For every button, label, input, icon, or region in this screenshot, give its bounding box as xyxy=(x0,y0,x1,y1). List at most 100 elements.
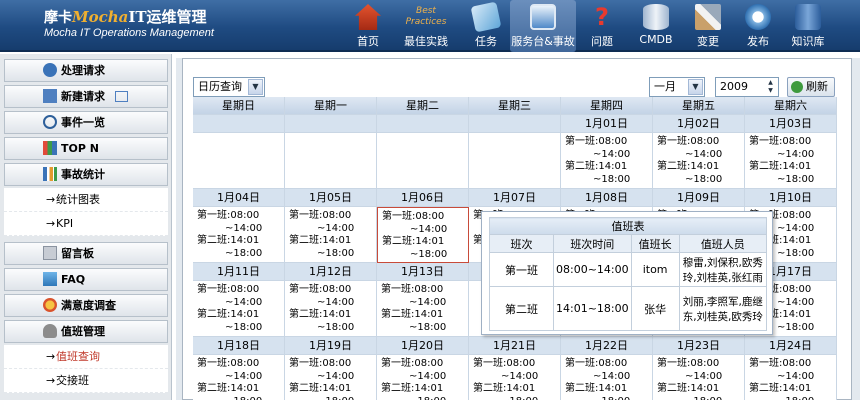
shift-line: 第一班:08:00 xyxy=(657,358,720,369)
day-cell[interactable]: 第一班:08:00~14:00第二班:14:01~18:00 xyxy=(377,207,469,263)
day-header[interactable]: 1月09日 xyxy=(653,189,745,207)
sidebar-item-top-n[interactable]: TOP N xyxy=(4,137,168,160)
shift-line: 第一班:08:00 xyxy=(749,358,812,369)
table-cell: itom xyxy=(630,252,680,287)
sidebar-item-handle-request[interactable]: 处理请求 xyxy=(4,59,168,82)
day-header[interactable]: 1月08日 xyxy=(561,189,653,207)
year-stepper[interactable]: 2009 ▲ ▼ xyxy=(715,77,779,97)
nav-home[interactable]: 首页 xyxy=(348,0,388,52)
shift-line: 第一班:08:00 xyxy=(289,210,352,221)
sidebar-item-incident-stats[interactable]: 事故统计 xyxy=(4,163,168,186)
brand-logo: 摩卡MochaIT运维管理 xyxy=(44,6,207,27)
nav-knowledge-base[interactable]: 知识库 xyxy=(786,0,830,52)
day-cell xyxy=(193,133,285,189)
day-header[interactable]: 1月23日 xyxy=(653,337,745,355)
day-cell[interactable]: 第一班:08:00~14:00第二班:14:01~18:00 xyxy=(745,133,837,189)
nav-service-desk[interactable]: 服务台&事故 xyxy=(510,0,576,52)
shift-line: ~18:00 xyxy=(565,396,652,400)
day-cell[interactable]: 第一班:08:00~14:00第二班:14:01~18:00 xyxy=(745,355,837,400)
shift-line: 第二班:14:01 xyxy=(289,309,352,320)
weekday-header: 星期四 xyxy=(561,97,653,115)
day-cell[interactable]: 第一班:08:00~14:00第二班:14:01~18:00 xyxy=(561,355,653,400)
day-cell[interactable]: 第一班:08:00~14:00第二班:14:01~18:00 xyxy=(285,281,377,337)
shift-line: 第一班:08:00 xyxy=(565,358,628,369)
sidebar-subitem-handover[interactable]: → 交接班 xyxy=(4,369,168,393)
shift-line: ~18:00 xyxy=(225,321,263,333)
shift-line: ~14:00 xyxy=(501,370,539,382)
day-header[interactable]: 1月04日 xyxy=(193,189,285,207)
shift-line: 第一班:08:00 xyxy=(565,136,628,147)
shift-line: 第二班:14:01 xyxy=(749,383,812,394)
sidebar-item-message-board[interactable]: 留言板 xyxy=(4,242,168,265)
shift-line: ~18:00 xyxy=(593,173,631,185)
day-cell[interactable]: 第一班:08:00~14:00第二班:14:01~18:00 xyxy=(193,207,285,263)
sidebar-item-event-list[interactable]: 事件一览 xyxy=(4,111,168,134)
view-select[interactable]: 日历查询 ▼ xyxy=(193,77,265,97)
day-header[interactable]: 1月01日 xyxy=(561,115,653,133)
month-select[interactable]: 一月 ▼ xyxy=(649,77,705,97)
shift-line: 第二班:14:01 xyxy=(197,309,260,320)
day-cell[interactable]: 第一班:08:00~14:00第二班:14:01~18:00 xyxy=(377,281,469,337)
day-cell[interactable]: 第一班:08:00~14:00第二班:14:01~18:00 xyxy=(285,207,377,263)
day-cell[interactable]: 第一班:08:00~14:00第二班:14:01~18:00 xyxy=(193,355,285,400)
day-header[interactable]: 1月11日 xyxy=(193,263,285,281)
chevron-down-icon[interactable]: ▼ xyxy=(688,79,703,95)
sidebar-item-satisfaction[interactable]: 满意度调查 xyxy=(4,294,168,317)
duty-roster-popup: 值班表 班次 班次时间 值班长 值班人员 第一班 08:00~14:00 ito… xyxy=(481,211,773,335)
day-header[interactable]: 1月20日 xyxy=(377,337,469,355)
new-request-extra-icon[interactable] xyxy=(115,91,128,102)
day-header[interactable]: 1月03日 xyxy=(745,115,837,133)
nav-best-practices[interactable]: Best Practices 最佳实践 xyxy=(396,0,456,52)
sidebar-item-new-request[interactable]: 新建请求 xyxy=(4,85,168,108)
day-cell[interactable]: 第一班:08:00~14:00第二班:14:01~18:00 xyxy=(469,355,561,400)
nav-cmdb[interactable]: CMDB xyxy=(634,0,678,52)
nav-release[interactable]: 发布 xyxy=(738,0,778,52)
spin-arrows-icon[interactable]: ▲ ▼ xyxy=(764,79,777,95)
chevron-down-icon[interactable]: ▼ xyxy=(248,79,263,95)
event-list-icon xyxy=(43,115,57,129)
nav-task[interactable]: 任务 xyxy=(464,0,508,52)
sidebar-subitem-stats-chart[interactable]: → 统计图表 xyxy=(4,188,168,212)
shift-line: ~18:00 xyxy=(289,396,376,400)
shift-line: 第一班:08:00 xyxy=(197,284,260,295)
day-header[interactable]: 1月06日 xyxy=(377,189,469,207)
day-cell[interactable]: 第一班:08:00~14:00第二班:14:01~18:00 xyxy=(653,133,745,189)
shift-line: ~14:00 xyxy=(225,296,263,308)
nav-problem[interactable]: ? 问题 xyxy=(582,0,622,52)
day-cell[interactable]: 第一班:08:00~14:00第二班:14:01~18:00 xyxy=(285,355,377,400)
table-cell: 穆雷,刘保积,欧秀玲,刘桂英,张红雨 xyxy=(678,252,768,287)
day-header[interactable]: 1月13日 xyxy=(377,263,469,281)
day-header[interactable]: 1月07日 xyxy=(469,189,561,207)
day-header[interactable]: 1月24日 xyxy=(745,337,837,355)
day-cell xyxy=(469,133,561,189)
sidebar-item-faq[interactable]: FAQ xyxy=(4,268,168,291)
shift-line: ~14:00 xyxy=(593,370,631,382)
day-header[interactable]: 1月12日 xyxy=(285,263,377,281)
shift-line: ~14:00 xyxy=(317,222,355,234)
shift-line: ~18:00 xyxy=(685,173,723,185)
refresh-button[interactable]: 刷新 xyxy=(787,77,835,97)
sidebar-item-duty-management[interactable]: 值班管理 xyxy=(4,320,168,343)
day-header[interactable]: 1月10日 xyxy=(745,189,837,207)
day-header[interactable]: 1月22日 xyxy=(561,337,653,355)
sidebar-subitem-kpi[interactable]: → KPI xyxy=(4,212,168,236)
day-cell[interactable]: 第一班:08:00~14:00第二班:14:01~18:00 xyxy=(377,355,469,400)
day-cell[interactable]: 第一班:08:00~14:00第二班:14:01~18:00 xyxy=(653,355,745,400)
day-cell[interactable]: 第一班:08:00~14:00第二班:14:01~18:00 xyxy=(193,281,285,337)
day-header[interactable]: 1月02日 xyxy=(653,115,745,133)
shift-line: ~14:00 xyxy=(225,370,263,382)
shift-line: ~18:00 xyxy=(777,173,815,185)
day-header[interactable]: 1月21日 xyxy=(469,337,561,355)
shift-line: ~18:00 xyxy=(749,396,836,400)
day-cell[interactable]: 第一班:08:00~14:00第二班:14:01~18:00 xyxy=(561,133,653,189)
top-n-icon xyxy=(43,141,57,155)
day-header[interactable]: 1月05日 xyxy=(285,189,377,207)
knowledge-base-icon xyxy=(795,4,821,30)
shift-line: 第二班:14:01 xyxy=(473,383,536,394)
shift-line: 第一班:08:00 xyxy=(197,210,260,221)
nav-change[interactable]: 变更 xyxy=(688,0,728,52)
sidebar-subitem-duty-query[interactable]: → 值班查询 xyxy=(4,345,168,369)
day-header[interactable]: 1月18日 xyxy=(193,337,285,355)
shift-line: 第二班:14:01 xyxy=(289,383,352,394)
day-header[interactable]: 1月19日 xyxy=(285,337,377,355)
